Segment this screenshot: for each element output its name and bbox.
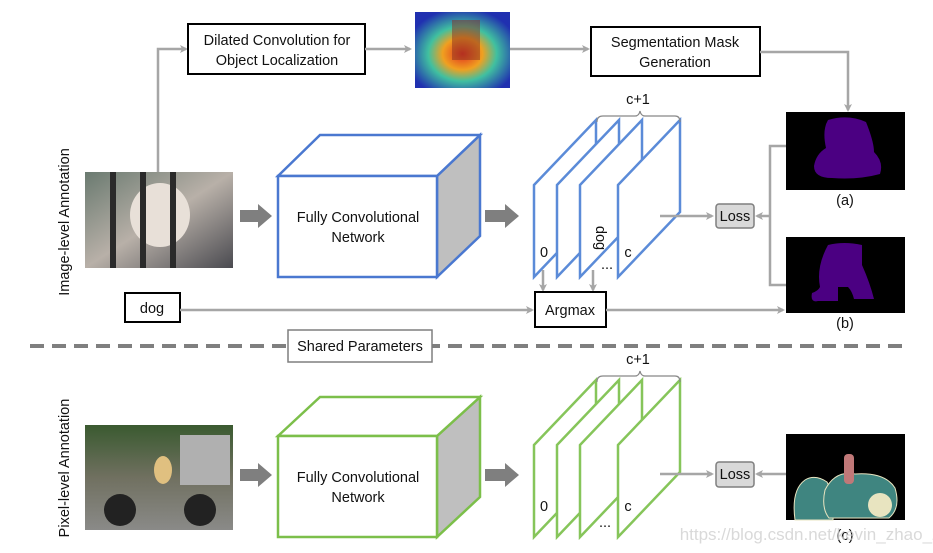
- seg-label-1: Segmentation Mask: [611, 35, 740, 51]
- watermark: https://blog.csdn.net/kevin_zhao_zl: [680, 525, 933, 544]
- plane-label-0: 0: [540, 245, 548, 261]
- loss-label-top: Loss: [720, 209, 751, 225]
- fcn-label-1: Fully Convolutional: [297, 470, 420, 486]
- dilated-label-2: Object Localization: [216, 53, 339, 69]
- mask-a-image: [786, 112, 905, 190]
- brace: [596, 110, 681, 123]
- fcn-label-2: Network: [331, 230, 385, 246]
- image-level-label: Image-level Annotation: [57, 148, 73, 296]
- heatmap-image: [415, 12, 510, 88]
- block-arrow-icon: [240, 463, 272, 487]
- dilated-label-1: Dilated Convolution for: [204, 33, 351, 49]
- fcn-cube-bottom: Fully Convolutional Network: [274, 394, 484, 540]
- plane-label-dog: dog: [592, 226, 608, 250]
- plane-label-c: c: [624, 499, 631, 515]
- fcn-cube-top: Fully Convolutional Network: [274, 132, 484, 280]
- brace-label: c+1: [626, 352, 650, 368]
- mask-bracket: [768, 144, 786, 287]
- diagram: Image-level Annotation Pixel-level Annot…: [30, 12, 933, 544]
- pixel-level-label: Pixel-level Annotation: [57, 399, 73, 538]
- mask-b-image: [786, 237, 905, 313]
- plane-label-0: 0: [540, 499, 548, 515]
- plane-label-c: c: [624, 245, 631, 261]
- seg-label-2: Generation: [639, 55, 711, 71]
- block-arrow-icon: [240, 204, 272, 228]
- loss-label-bottom: Loss: [720, 467, 751, 483]
- argmax-label: Argmax: [545, 303, 596, 319]
- motorcycle-image: [85, 425, 233, 530]
- fcn-label-1: Fully Convolutional: [297, 210, 420, 226]
- plane-label-ellipsis: ...: [599, 515, 611, 531]
- brace-label: c+1: [626, 92, 650, 108]
- mask-a-label: (a): [836, 193, 854, 209]
- block-arrow-icon: [485, 463, 519, 487]
- dog-label: dog: [140, 301, 164, 317]
- dog-image: [85, 172, 233, 268]
- score-planes-bottom: [532, 376, 682, 541]
- block-arrow-icon: [485, 204, 519, 228]
- plane-label-ellipsis: ...: [601, 257, 613, 273]
- fcn-label-2: Network: [331, 490, 385, 506]
- score-planes-top: [532, 116, 682, 281]
- mask-b-label: (b): [836, 316, 854, 332]
- arrow-to-mask-a: [760, 50, 852, 112]
- brace: [596, 370, 681, 383]
- shared-params-label: Shared Parameters: [297, 339, 423, 355]
- arrow-to-dilated: [156, 45, 188, 172]
- mask-c-image: [786, 434, 905, 521]
